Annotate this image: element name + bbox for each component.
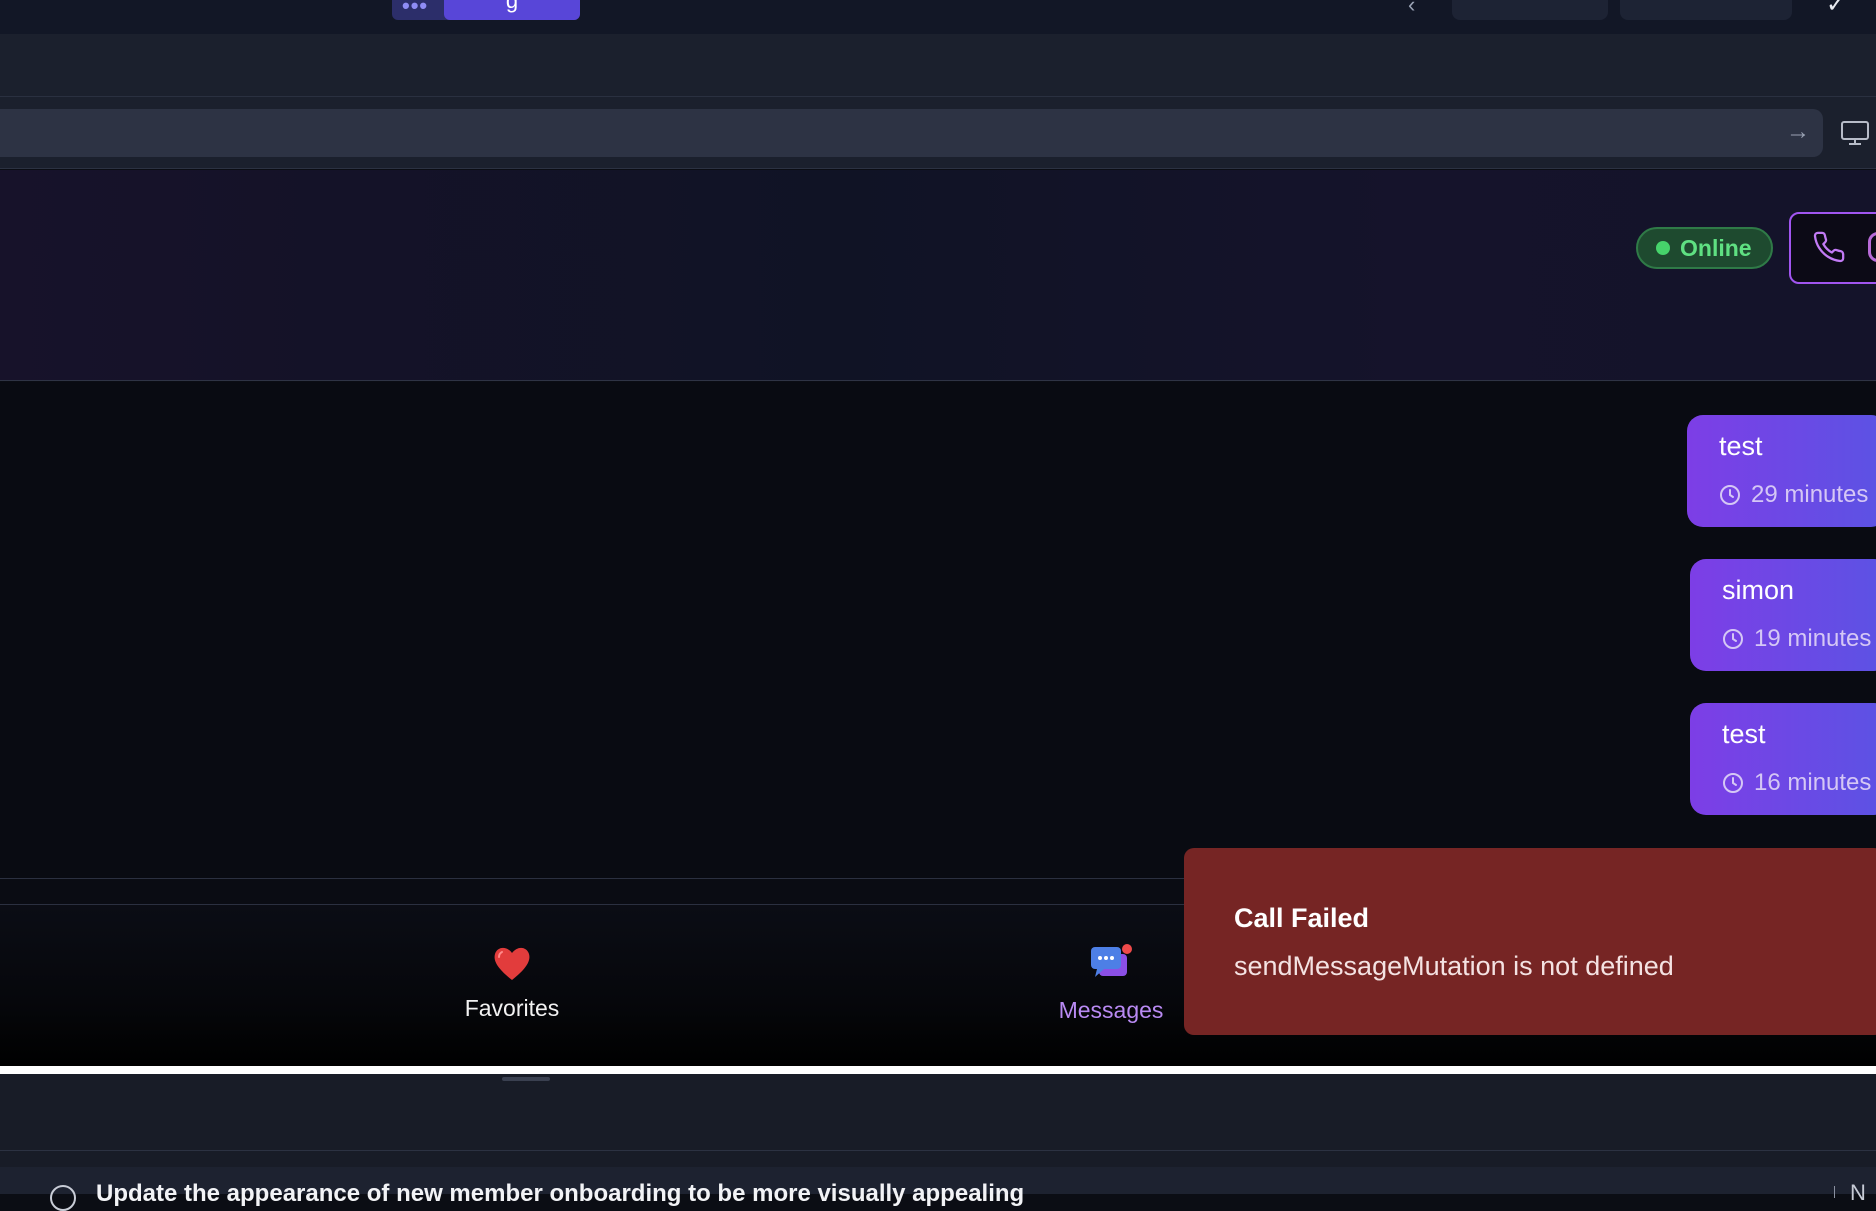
deploy-button[interactable]	[1620, 0, 1792, 20]
arrow-right-icon[interactable]: →	[1786, 118, 1810, 146]
message-time-label: 16 minutes	[1754, 769, 1872, 796]
nav-messages[interactable]: Messages	[1011, 944, 1211, 1024]
check-icon[interactable]: ✓	[1826, 0, 1846, 19]
task-title[interactable]: Update the appearance of new member onbo…	[96, 1180, 1024, 1208]
message-time: 19 minutes	[1722, 625, 1871, 653]
resize-handle[interactable]	[502, 1077, 550, 1081]
toast-message: sendMessageMutation is not defined	[1234, 951, 1674, 981]
message-time-label: 19 minutes	[1754, 625, 1872, 652]
clock-icon	[1720, 485, 1740, 505]
dots-icon: •••	[402, 0, 429, 18]
message-bubble: test 29 minutes	[1687, 415, 1876, 527]
tab-strip	[0, 34, 1876, 97]
top-toolbar-button[interactable]	[1452, 0, 1608, 20]
monitor-icon[interactable]	[1840, 118, 1870, 148]
status-dot	[1656, 241, 1670, 255]
top-active-tab[interactable]: g	[444, 0, 580, 20]
footer-right-text[interactable]: N	[1850, 1180, 1866, 1206]
phone-icon	[1813, 231, 1845, 263]
heart-icon	[494, 947, 530, 980]
nav-favorites[interactable]: Favorites	[412, 944, 612, 1022]
message-text: test	[1722, 719, 1766, 749]
chat-header	[0, 170, 1876, 381]
message-time-label: 29 minutes	[1751, 481, 1869, 508]
clock-icon	[1723, 773, 1743, 793]
chevron-left-icon[interactable]: ‹	[1408, 0, 1415, 18]
toast-title: Call Failed	[1234, 903, 1370, 933]
status-badge: Online	[1636, 227, 1773, 269]
nav-messages-label: Messages	[1058, 997, 1164, 1023]
message-text: simon	[1722, 575, 1795, 605]
panel-separator	[0, 1066, 1876, 1074]
divider	[0, 1150, 1876, 1151]
message-bubble: simon 19 minutes	[1690, 559, 1876, 671]
clock-icon	[1723, 629, 1743, 649]
message-text: test	[1719, 431, 1763, 461]
nav-favorites-label: Favorites	[464, 995, 560, 1021]
task-status-icon	[50, 1185, 76, 1211]
error-toast[interactable]	[1184, 848, 1876, 1035]
chat-bubbles-icon	[1091, 944, 1132, 977]
status-label: Online	[1680, 234, 1752, 261]
divider	[1834, 1186, 1835, 1198]
video-icon	[1868, 232, 1876, 262]
url-input[interactable]	[0, 109, 1823, 157]
message-time: 29 minutes	[1719, 481, 1868, 509]
message-bubble: test 16 minutes	[1690, 703, 1876, 815]
message-list	[0, 382, 1876, 879]
message-time: 16 minutes	[1722, 769, 1871, 797]
